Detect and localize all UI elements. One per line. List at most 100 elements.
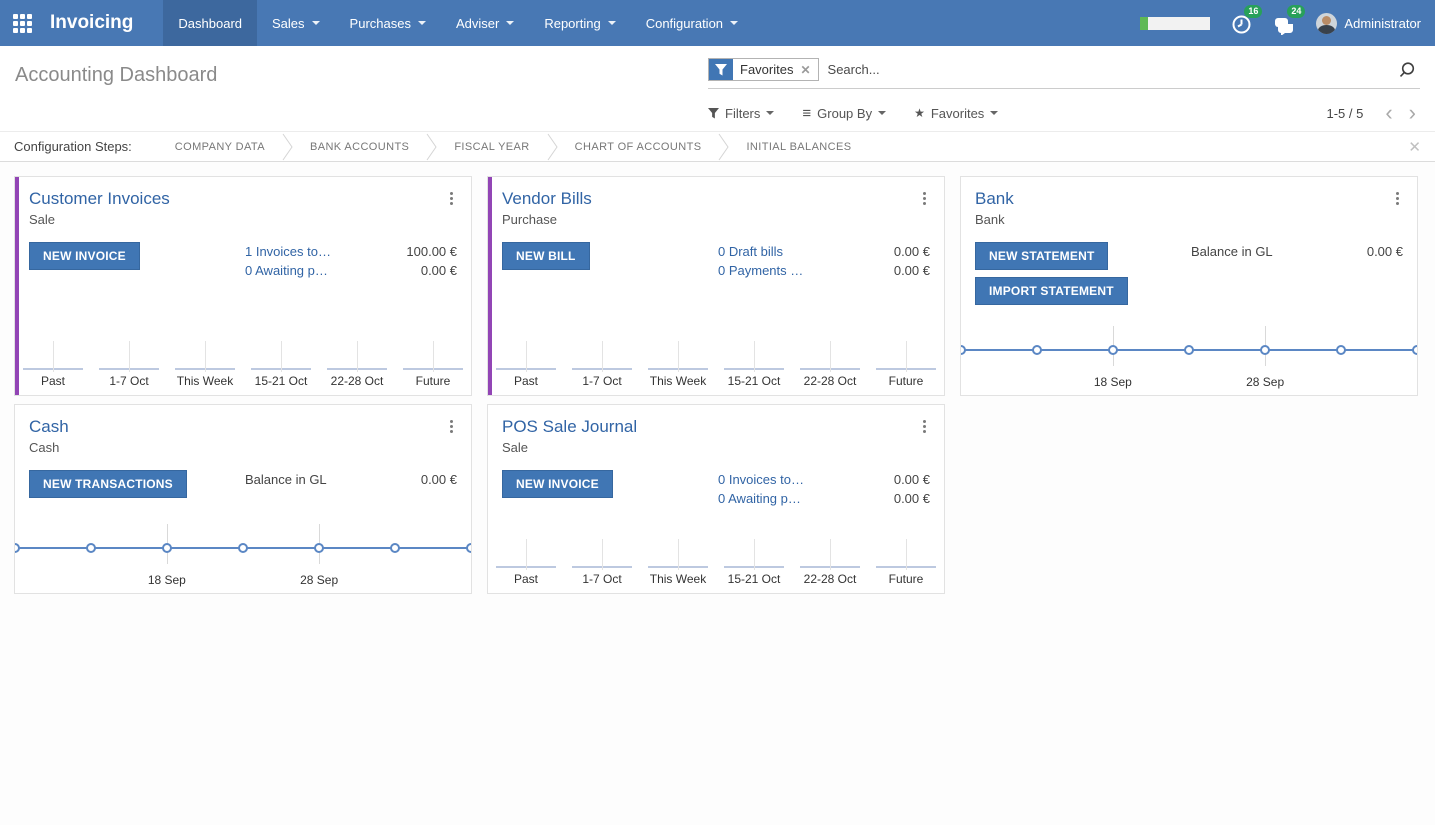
menu-label: Purchases xyxy=(350,16,411,31)
axis-label: Past xyxy=(41,370,65,395)
stat-amount: 0.00 € xyxy=(894,244,930,259)
axis-label: This Week xyxy=(177,370,233,395)
menu-label: Dashboard xyxy=(178,16,242,31)
new-invoice-button[interactable]: NEW INVOICE xyxy=(502,470,613,498)
pager-prev-icon[interactable]: ‹ xyxy=(1381,102,1396,124)
user-name: Administrator xyxy=(1344,16,1421,31)
main-menu: Dashboard Sales Purchases Adviser Report… xyxy=(163,0,753,46)
pager-next-icon[interactable]: › xyxy=(1405,102,1420,124)
caret-down-icon xyxy=(766,111,774,115)
dashboard-kanban: Customer Invoices Sale NEW INVOICE 1 Inv… xyxy=(0,162,1435,825)
bar-chart-column: 22-28 Oct xyxy=(792,329,868,395)
bar-chart-column: Past xyxy=(15,329,91,395)
new-transactions-button[interactable]: NEW TRANSACTIONS xyxy=(29,470,187,498)
stat-link[interactable]: 0 Payments … xyxy=(718,263,803,278)
axis-label: This Week xyxy=(650,568,706,593)
card-subtitle: Sale xyxy=(29,212,170,227)
kebab-menu-icon[interactable] xyxy=(919,189,930,208)
step-chart-of-accounts[interactable]: CHART OF ACCOUNTS xyxy=(558,141,719,153)
card-vendor-bills: Vendor Bills Purchase NEW BILL 0 Draft b… xyxy=(487,176,945,396)
progressbar-fill xyxy=(1140,17,1148,30)
usage-progressbar[interactable] xyxy=(1140,17,1210,30)
apps-menu-icon[interactable] xyxy=(0,0,44,46)
user-menu[interactable]: Administrator xyxy=(1316,13,1421,34)
card-title-link[interactable]: Vendor Bills xyxy=(502,189,592,209)
search-input[interactable] xyxy=(819,59,1398,80)
step-fiscal-year[interactable]: FISCAL YEAR xyxy=(437,141,546,153)
caret-down-icon xyxy=(730,21,738,25)
bar-chart-column: Past xyxy=(488,329,564,395)
caret-down-icon xyxy=(608,21,616,25)
step-initial-balances[interactable]: INITIAL BALANCES xyxy=(729,141,868,153)
search-icon[interactable] xyxy=(1398,61,1416,79)
caret-down-icon xyxy=(506,21,514,25)
new-invoice-button[interactable]: NEW INVOICE xyxy=(29,242,140,270)
messages-icon[interactable]: 24 xyxy=(1273,12,1296,35)
filters-button[interactable]: Filters xyxy=(708,106,774,121)
avatar xyxy=(1316,13,1337,34)
gridline xyxy=(678,341,679,372)
filters-icon xyxy=(708,108,719,119)
stat-link[interactable]: 0 Awaiting p… xyxy=(245,263,328,278)
axis-label: 15-21 Oct xyxy=(728,370,781,395)
group-by-label: Group By xyxy=(817,106,872,121)
import-statement-button[interactable]: IMPORT STATEMENT xyxy=(975,277,1128,305)
menu-configuration[interactable]: Configuration xyxy=(631,0,753,46)
stat-link[interactable]: 1 Invoices to… xyxy=(245,244,331,259)
kebab-menu-icon[interactable] xyxy=(919,417,930,436)
group-by-button[interactable]: ≡ Group By xyxy=(802,106,886,121)
activity-clock-icon[interactable]: 16 xyxy=(1230,12,1253,35)
menu-sales[interactable]: Sales xyxy=(257,0,335,46)
bar-chart-column: This Week xyxy=(640,527,716,593)
app-title[interactable]: Invoicing xyxy=(44,0,163,46)
card-title-link[interactable]: Cash xyxy=(29,417,69,437)
stat-link[interactable]: 0 Awaiting p… xyxy=(718,491,801,506)
gridline xyxy=(830,341,831,372)
axis-label: 1-7 Oct xyxy=(582,568,621,593)
gridline xyxy=(602,539,603,570)
filters-label: Filters xyxy=(725,106,760,121)
facet-remove-icon[interactable]: ✕ xyxy=(800,63,810,77)
favorites-button[interactable]: ★ Favorites xyxy=(914,106,998,121)
new-bill-button[interactable]: NEW BILL xyxy=(502,242,590,270)
search-facet[interactable]: Favorites ✕ xyxy=(708,58,819,81)
axis-label: 1-7 Oct xyxy=(109,370,148,395)
card-bank: Bank Bank NEW STATEMENT IMPORT STATEMENT… xyxy=(960,176,1418,396)
new-statement-button[interactable]: NEW STATEMENT xyxy=(975,242,1108,270)
gridline xyxy=(754,539,755,570)
gridline xyxy=(433,341,434,372)
kebab-menu-icon[interactable] xyxy=(446,189,457,208)
stat-amount: 0.00 € xyxy=(894,263,930,278)
search-panel: Favorites ✕ Filters ≡ Group By ★ xyxy=(708,56,1420,131)
step-bank-accounts[interactable]: BANK ACCOUNTS xyxy=(293,141,426,153)
balance-label: Balance in GL xyxy=(245,472,327,487)
step-company-data[interactable]: COMPANY DATA xyxy=(158,141,282,153)
bar-chart-column: 1-7 Oct xyxy=(564,329,640,395)
axis-label: 1-7 Oct xyxy=(582,370,621,395)
stat-amount: 100.00 € xyxy=(406,244,457,259)
stat-link[interactable]: 0 Invoices to… xyxy=(718,472,804,487)
card-cash: Cash Cash NEW TRANSACTIONS Balance in GL… xyxy=(14,404,472,594)
kebab-menu-icon[interactable] xyxy=(1392,189,1403,208)
card-title-link[interactable]: POS Sale Journal xyxy=(502,417,637,437)
card-stat-row: 0 Invoices to… 0.00 € xyxy=(718,472,930,487)
menu-dashboard[interactable]: Dashboard xyxy=(163,0,257,46)
card-bar-chart: Past1-7 OctThis Week15-21 Oct22-28 OctFu… xyxy=(15,329,471,395)
close-icon[interactable]: ✕ xyxy=(1408,138,1421,156)
card-title-link[interactable]: Customer Invoices xyxy=(29,189,170,209)
configuration-steps-label: Configuration Steps: xyxy=(14,139,132,154)
kebab-menu-icon[interactable] xyxy=(446,417,457,436)
bar-chart-column: 1-7 Oct xyxy=(564,527,640,593)
stat-link[interactable]: 0 Draft bills xyxy=(718,244,783,259)
card-subtitle: Sale xyxy=(502,440,637,455)
chevron-separator-icon xyxy=(718,133,729,161)
card-pos-sale-journal: POS Sale Journal Sale NEW INVOICE 0 Invo… xyxy=(487,404,945,594)
card-title-link[interactable]: Bank xyxy=(975,189,1014,209)
axis-label: Future xyxy=(416,370,451,395)
menu-reporting[interactable]: Reporting xyxy=(529,0,630,46)
menu-adviser[interactable]: Adviser xyxy=(441,0,529,46)
gridline xyxy=(906,341,907,372)
menu-purchases[interactable]: Purchases xyxy=(335,0,441,46)
balance-amount: 0.00 € xyxy=(421,472,457,487)
balance-amount: 0.00 € xyxy=(1367,244,1403,259)
